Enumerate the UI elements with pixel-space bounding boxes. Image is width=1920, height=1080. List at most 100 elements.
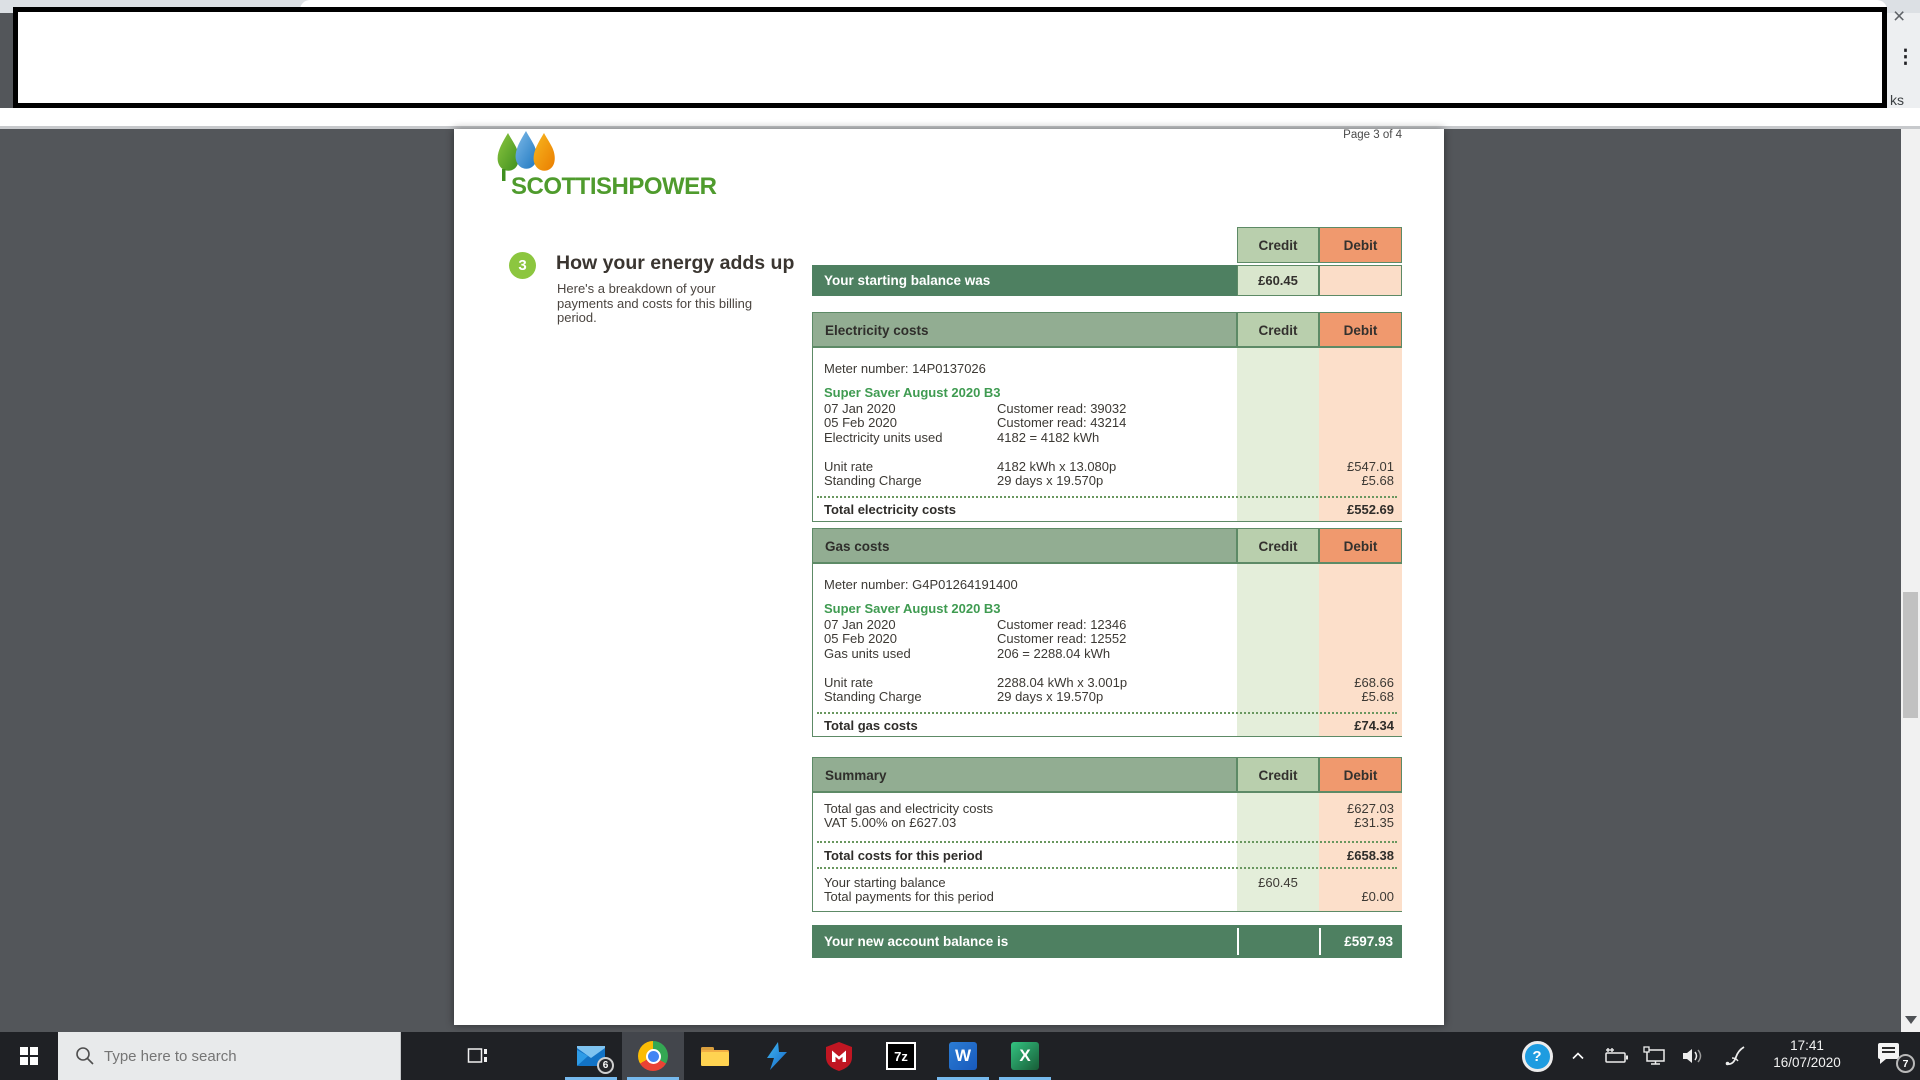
row-label: 07 Jan 2020 [824,401,896,416]
row-label: Total gas and electricity costs [824,801,993,816]
total-label: Total electricity costs [824,502,956,517]
table-row: VAT 5.00% on £627.03 £31.35 [813,815,1401,830]
credit-header: Credit [1237,227,1319,263]
tray-battery[interactable] [1598,1032,1634,1080]
taskbar-app-word[interactable]: W [932,1032,994,1080]
taskbar-search[interactable] [58,1032,401,1080]
row-value: Customer read: 12552 [997,631,1126,646]
table-row: Super Saver August 2020 B3 [813,601,1401,616]
table-row: Total gas and electricity costs £627.03 [813,801,1401,816]
row-value: 29 days x 19.570p [997,689,1103,704]
row-label: Gas units used [824,646,911,661]
close-icon[interactable]: × [1893,7,1905,27]
tray-windows-ink[interactable] [1718,1032,1754,1080]
taskbar-app-chrome[interactable] [622,1032,684,1080]
electricity-table-header: Electricity costs Credit Debit [812,312,1402,347]
vertical-scrollbar[interactable] [1901,129,1920,1032]
table-row: 05 Feb 2020 Customer read: 12552 [813,631,1401,646]
row-debit: £5.68 [1319,689,1394,704]
table-row: 05 Feb 2020 Customer read: 43214 [813,415,1401,430]
taskbar-app-7zip[interactable]: 7z [870,1032,932,1080]
start-button[interactable] [0,1032,58,1080]
summary-table-body: Total gas and electricity costs £627.03 … [812,792,1402,912]
lightning-icon [764,1041,790,1071]
row-label: Standing Charge [824,689,922,704]
gas-title: Gas costs [812,528,1237,563]
table-row: Meter number: 14P0137026 [813,361,1401,376]
battery-icon [1603,1047,1629,1065]
table-row: Meter number: G4P01264191400 [813,577,1401,592]
excel-icon: X [1011,1042,1039,1070]
windows-logo-icon [20,1047,38,1065]
speaker-icon [1681,1047,1705,1065]
tray-show-hidden-icons[interactable] [1563,1032,1593,1080]
row-value: 2288.04 kWh x 3.001p [997,675,1127,690]
taskbar-clock[interactable]: 17:41 16/07/2020 [1761,1032,1853,1080]
row-debit: £627.03 [1319,801,1394,816]
taskbar-app-file-explorer[interactable] [684,1032,746,1080]
table-row: 07 Jan 2020 Customer read: 39032 [813,401,1401,416]
tray-help[interactable]: ? [1521,1032,1553,1080]
row-debit: £5.68 [1319,473,1394,488]
total-row: Total costs for this period £658.38 [813,848,1401,863]
row-debit: £547.01 [1319,459,1394,474]
row-debit: £68.66 [1319,675,1394,690]
starting-balance-credit: £60.45 [1237,265,1319,296]
scrollbar-thumb[interactable] [1903,592,1918,718]
brand-name: SCOTTISHPOWER [511,173,717,201]
kebab-menu-icon[interactable]: ⋮ [1896,48,1915,68]
tray-volume[interactable] [1676,1032,1710,1080]
row-value: Customer read: 12346 [997,617,1126,632]
bookmarks-bar [0,108,1920,126]
table-row: Gas units used 206 = 2288.04 kWh [813,646,1401,661]
taskbar-app-excel[interactable]: X [994,1032,1056,1080]
action-center-button[interactable]: 7 [1872,1032,1918,1080]
credit-header: Credit [1237,312,1319,347]
row-label: Total payments for this period [824,889,994,904]
dotted-separator [817,841,1397,843]
taskbar-app-mail[interactable]: 6 [560,1032,622,1080]
row-value: 206 = 2288.04 kWh [997,646,1110,661]
document-page: Page 3 of 4 [454,129,1444,1025]
row-label: Electricity units used [824,430,943,445]
row-label: VAT 5.00% on £627.03 [824,815,956,830]
screen: × ⋮ ks Page 3 of 4 [0,0,1920,1080]
total-label: Total gas costs [824,718,918,733]
task-view-icon [467,1046,489,1066]
task-view-button[interactable] [450,1032,506,1080]
help-icon: ? [1522,1041,1553,1072]
taskbar: 6 [0,1032,1920,1080]
search-input[interactable] [58,1032,400,1080]
monitor-icon [1643,1046,1667,1066]
new-balance-label: Your new account balance is [824,925,1008,958]
total-debit: £658.38 [1319,848,1394,863]
taskbar-app-lightning[interactable] [746,1032,808,1080]
section-title: How your energy adds up [556,252,794,275]
table-row: Your starting balance £60.45 [813,875,1401,890]
debit-header: Debit [1319,757,1402,792]
taskbar-app-mcafee[interactable] [808,1032,870,1080]
credit-header: Credit [1237,757,1319,792]
row-credit: £60.45 [1237,875,1319,890]
starting-balance-bar: Your starting balance was £60.45 [812,265,1402,296]
bar-separator [1237,928,1239,955]
row-label: 05 Feb 2020 [824,415,897,430]
table-row: Electricity units used 4182 = 4182 kWh [813,430,1401,445]
mcafee-shield-icon [825,1041,853,1071]
table-row: Unit rate 2288.04 kWh x 3.001p £68.66 [813,675,1401,690]
chrome-icon [638,1041,668,1071]
total-debit: £552.69 [1319,502,1394,517]
row-label: Unit rate [824,675,873,690]
dotted-separator [817,867,1397,869]
dotted-separator [817,712,1397,714]
electricity-title: Electricity costs [812,312,1237,347]
debit-header: Debit [1319,528,1402,563]
mail-unread-badge: 6 [597,1057,614,1074]
table-row: Standing Charge 29 days x 19.570p £5.68 [813,473,1401,488]
table-row: Total payments for this period £0.00 [813,889,1401,904]
scrollbar-down-arrow-icon[interactable] [1905,1016,1917,1024]
dotted-separator [817,496,1397,498]
tray-network[interactable] [1638,1032,1672,1080]
row-value: 4182 = 4182 kWh [997,430,1099,445]
debit-header: Debit [1319,312,1402,347]
